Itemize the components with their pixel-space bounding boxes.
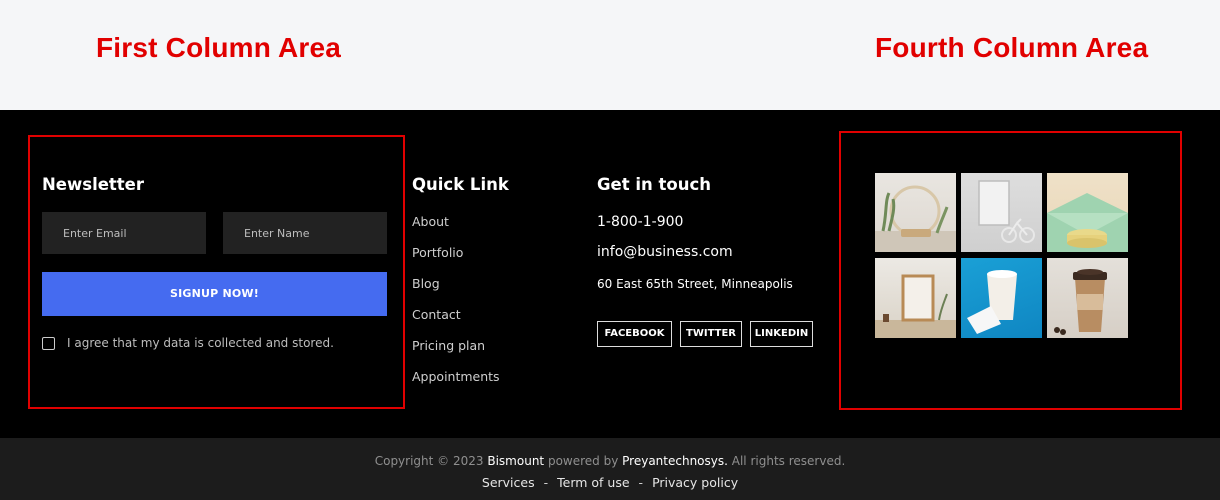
powered-by-text: powered by: [547, 454, 619, 468]
facebook-button[interactable]: FACEBOOK: [597, 321, 672, 347]
company-link[interactable]: Preyantechnosys.: [622, 454, 728, 468]
footer-links: Services - Term of use - Privacy policy: [0, 475, 1220, 490]
footer-separator: -: [638, 475, 644, 490]
name-input[interactable]: [223, 212, 387, 254]
gallery-image-wooden-frame[interactable]: [875, 258, 956, 338]
get-in-touch-title: Get in touch: [597, 175, 712, 194]
quick-link-title: Quick Link: [412, 175, 509, 194]
image-gallery: [875, 173, 1128, 338]
gallery-image-podium[interactable]: [1047, 173, 1128, 252]
rights-text: All rights reserved.: [731, 454, 846, 468]
footer-link-privacy[interactable]: Privacy policy: [652, 475, 738, 490]
quick-link-appointments[interactable]: Appointments: [412, 369, 500, 400]
signup-button[interactable]: SIGNUP NOW!: [42, 272, 387, 316]
copyright-line: Copyright © 2023 Bismount powered by Pre…: [0, 454, 1220, 468]
contact-email[interactable]: info@business.com: [597, 244, 733, 260]
gallery-image-ring-display[interactable]: [875, 173, 956, 252]
quick-link-about[interactable]: About: [412, 214, 500, 245]
footer-link-services[interactable]: Services: [482, 475, 535, 490]
twitter-button[interactable]: TWITTER: [680, 321, 742, 347]
quick-link-list: About Portfolio Blog Contact Pricing pla…: [412, 214, 500, 400]
footer-separator: -: [543, 475, 549, 490]
linkedin-button[interactable]: LINKEDIN: [750, 321, 813, 347]
gallery-image-paper-cup[interactable]: [961, 258, 1042, 338]
quick-link-blog[interactable]: Blog: [412, 276, 500, 307]
contact-address: 60 East 65th Street, Minneapolis: [597, 277, 793, 291]
email-input[interactable]: [42, 212, 206, 254]
agree-checkbox[interactable]: [42, 336, 55, 350]
footer-link-terms[interactable]: Term of use: [557, 475, 629, 490]
gallery-image-coffee-cup[interactable]: [1047, 258, 1128, 338]
brand-link[interactable]: Bismount: [487, 454, 544, 468]
footer-bottom-bar: Copyright © 2023 Bismount powered by Pre…: [0, 438, 1220, 500]
footer-main: Newsletter SIGNUP NOW! I agree that my d…: [0, 110, 1220, 438]
top-banner: First Column Area Fourth Column Area: [0, 0, 1220, 110]
copyright-prefix: Copyright © 2023: [374, 454, 484, 468]
quick-link-contact[interactable]: Contact: [412, 307, 500, 338]
social-buttons: FACEBOOK TWITTER LINKEDIN: [597, 321, 813, 347]
agree-text: I agree that my data is collected and st…: [67, 336, 334, 350]
quick-link-pricing[interactable]: Pricing plan: [412, 338, 500, 369]
contact-phone[interactable]: 1-800-1-900: [597, 214, 683, 230]
first-column-label: First Column Area: [96, 32, 342, 63]
newsletter-title: Newsletter: [42, 175, 145, 194]
quick-link-portfolio[interactable]: Portfolio: [412, 245, 500, 276]
fourth-column-label: Fourth Column Area: [875, 32, 1149, 63]
gallery-image-frame-bicycle[interactable]: [961, 173, 1042, 252]
agree-row: I agree that my data is collected and st…: [42, 336, 334, 350]
